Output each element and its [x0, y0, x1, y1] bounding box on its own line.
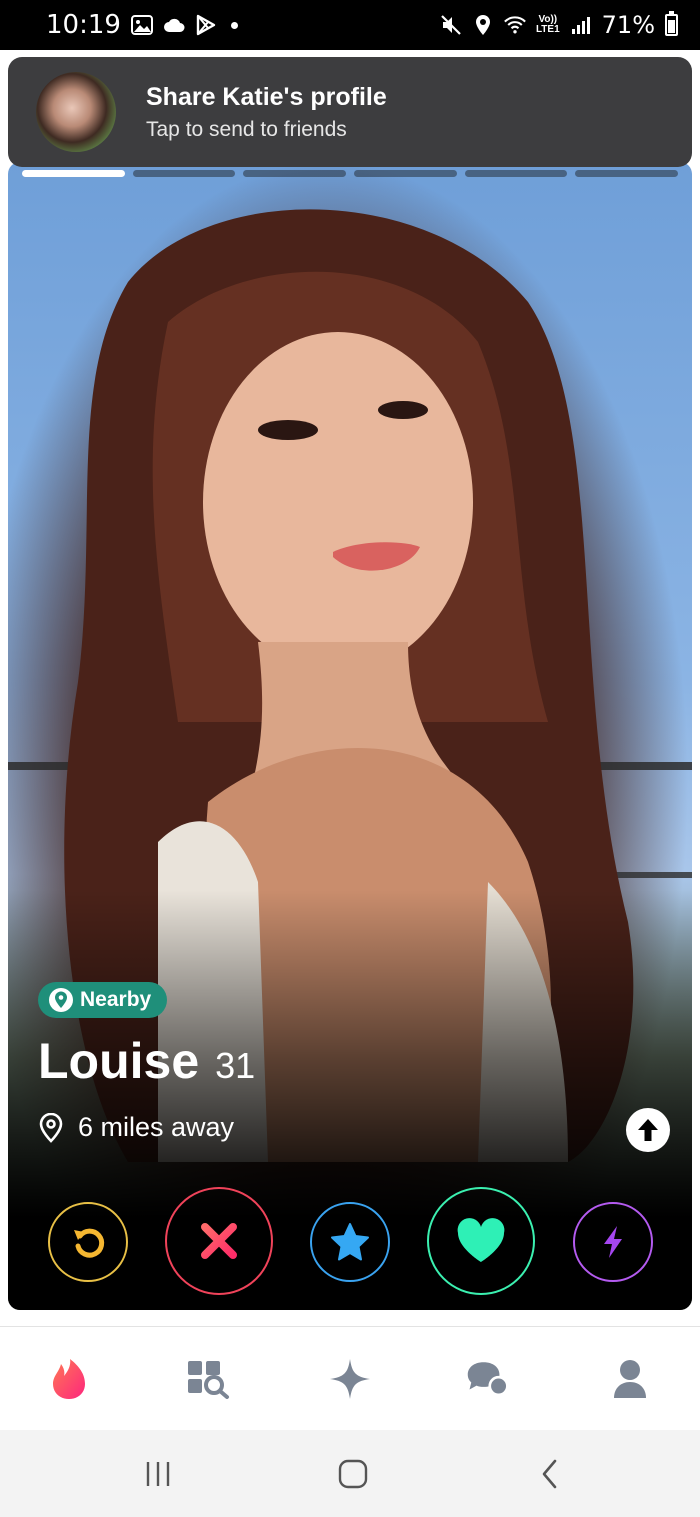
home-button[interactable]	[333, 1458, 373, 1490]
tab-discover[interactable]	[47, 1357, 91, 1401]
photo-indicator	[354, 170, 457, 177]
photo-indicator	[22, 170, 125, 177]
flame-icon	[53, 1359, 85, 1399]
bolt-icon	[604, 1226, 622, 1258]
location-icon	[472, 14, 494, 36]
cloud-icon	[163, 14, 185, 36]
recents-icon	[146, 1462, 170, 1486]
bottom-tab-bar	[0, 1326, 700, 1429]
action-buttons	[8, 1187, 692, 1297]
status-bar: 10:19 Vo)) LTE1 71%	[0, 0, 700, 50]
notification-title: Share Katie's profile	[146, 82, 387, 111]
play-store-icon	[195, 14, 217, 36]
location-pin-icon	[39, 1112, 63, 1143]
back-button[interactable]	[530, 1458, 570, 1490]
battery-percent: 71%	[601, 11, 655, 39]
profile-name: Louise	[38, 1033, 200, 1089]
mute-icon	[440, 14, 462, 36]
open-profile-button[interactable]	[626, 1108, 670, 1152]
chat-icon	[467, 1362, 509, 1397]
photo-indicator	[464, 170, 568, 177]
nope-button[interactable]	[165, 1187, 273, 1295]
tab-explore[interactable]	[186, 1357, 230, 1401]
recent-apps-button[interactable]	[138, 1458, 178, 1490]
signal-icon	[570, 14, 592, 36]
super-like-button[interactable]	[310, 1202, 390, 1282]
like-button[interactable]	[427, 1187, 535, 1295]
tab-top-picks[interactable]	[328, 1357, 372, 1401]
photo-indicator	[575, 170, 679, 177]
boost-button[interactable]	[573, 1202, 653, 1282]
back-icon	[542, 1459, 557, 1489]
profile-card[interactable]: Nearby Louise 31 6 miles away	[8, 162, 692, 1310]
profile-name-row: Louise 31	[38, 1032, 255, 1090]
distance-row: 6 miles away	[38, 1112, 234, 1143]
photo-indicator	[243, 170, 347, 177]
share-profile-notification[interactable]: Share Katie's profile Tap to send to fri…	[8, 57, 692, 167]
location-pin-icon	[49, 988, 73, 1012]
battery-icon	[665, 11, 678, 36]
notification-subtitle: Tap to send to friends	[146, 117, 347, 141]
wifi-icon	[504, 14, 526, 36]
photo-progress	[22, 170, 679, 177]
close-icon	[201, 1223, 237, 1259]
home-icon	[338, 1459, 368, 1489]
notification-dot-icon	[230, 21, 238, 29]
rewind-button[interactable]	[48, 1202, 128, 1282]
system-nav-bar	[0, 1430, 700, 1517]
tab-profile[interactable]	[608, 1357, 652, 1401]
star-icon	[331, 1223, 369, 1261]
sparkle-icon	[330, 1359, 370, 1399]
notification-avatar	[36, 72, 116, 152]
heart-icon	[457, 1218, 505, 1262]
gallery-icon	[130, 14, 153, 36]
nearby-badge-label: Nearby	[80, 988, 152, 1011]
profile-icon	[614, 1360, 646, 1398]
nearby-badge: Nearby	[38, 982, 168, 1018]
tab-chat[interactable]	[466, 1357, 510, 1401]
distance-text: 6 miles away	[78, 1112, 235, 1142]
photo-indicator	[132, 170, 236, 177]
profile-age: 31	[215, 1045, 256, 1086]
status-time: 10:19	[46, 10, 121, 40]
explore-icon	[188, 1361, 229, 1399]
lte-badge: Vo)) LTE1	[535, 14, 560, 35]
rewind-icon	[74, 1228, 105, 1258]
arrow-up-icon	[638, 1119, 658, 1141]
